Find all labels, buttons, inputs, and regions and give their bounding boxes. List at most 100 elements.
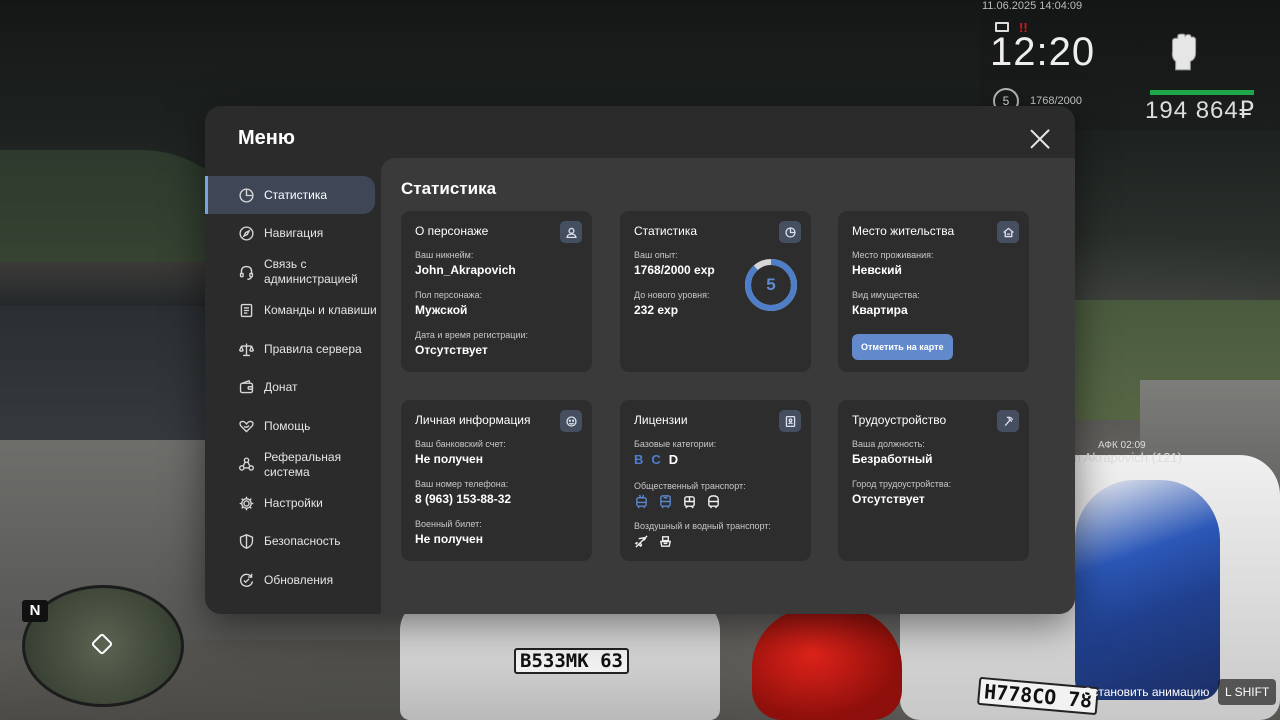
chart-pie-icon [237,186,255,204]
field-label: Город трудоустройства: [852,479,952,489]
page-title: Статистика [401,179,497,198]
user-icon [560,221,582,243]
sidebar-item-label: Донат [264,380,298,394]
field-label: Базовые категории: [634,439,717,449]
card-title: Статистика [634,224,698,238]
sidebar-item-settings[interactable]: Настройки [205,484,380,522]
content-area: Статистика О персонаже Ваш никнейм: John… [381,158,1075,614]
sidebar-item-label: Статистика [264,187,328,202]
minimap-north-icon: N [22,600,48,622]
home-icon [997,221,1019,243]
sidebar-item-label: Связь с администрацией [264,257,358,286]
registration-value: Отсутствует [415,343,488,357]
sidebar-item-commands[interactable]: Команды и клавиши [205,292,380,330]
air-water-transport-icons [634,534,797,549]
motorcycle [752,608,902,720]
stop-animation-hint: Остановить анимацию [1083,685,1210,699]
license-category-b: B [634,452,644,467]
update-icon [237,571,255,589]
player-nametag: m Akrapovich (121) [1070,450,1182,465]
close-icon[interactable] [1029,128,1051,150]
sidebar-item-label: Навигация [264,226,324,240]
bus-icon [658,494,673,509]
shed-roof [0,262,210,306]
card-employment: Трудоустройство Ваша должность: Безработ… [838,400,1029,561]
field-label: Место проживания: [852,250,934,260]
scales-icon [237,340,255,358]
gear-icon [237,494,255,512]
sidebar-item-label: Реферальная система [264,449,342,479]
shield-icon [237,533,255,551]
field-label: Ваш номер телефона: [415,479,509,489]
card-residence: Место жительства Место проживания: Невск… [838,211,1029,372]
sidebar-item-updates[interactable]: Обновления [205,561,380,599]
license-categories: B C D [634,452,797,467]
heart-hand-icon [237,417,255,435]
sidebar-item-label: Команды и клавиши [264,303,377,317]
sidebar-item-navigation[interactable]: Навигация [205,215,380,253]
license-card-icon [779,410,801,432]
public-transport-icons [634,494,797,509]
sidebar-item-help[interactable]: Помощь [205,407,380,445]
card-title: Место жительства [852,224,955,238]
military-value: Не получен [415,532,483,546]
menu-window: Меню Статистика Навигация Связь с админи… [205,106,1075,614]
boat-icon [658,534,673,549]
bank-value: Не получен [415,452,483,466]
sidebar-item-donate[interactable]: Донат [205,369,380,407]
field-label: Ваша должность: [852,439,925,449]
document-icon [237,302,255,320]
sidebar: Статистика Навигация Связь с администрац… [205,176,380,600]
gender-value: Мужской [415,303,468,317]
card-stats: Статистика Ваш опыт: 1768/2000 exp До но… [620,211,811,372]
player-character [1075,480,1220,700]
key-hint-lshift: L SHIFT [1218,679,1277,705]
card-personal-info: Личная информация Ваш банковский счет: Н… [401,400,592,561]
field-label: Пол персонажа: [415,290,483,300]
nickname-value: John_Akrapovich [415,263,516,277]
card-character: О персонаже Ваш никнейм: John_Akrapovich… [401,211,592,372]
sidebar-item-admin-contact[interactable]: Связь с администрацией [205,253,380,291]
card-licenses: Лицензии Базовые категории: B C D Общест… [620,400,811,561]
train-icon [706,494,721,509]
mark-on-map-button[interactable]: Отметить на карте [852,334,953,360]
field-label: Вид имущества: [852,290,920,300]
pickaxe-icon [997,410,1019,432]
hud-clock: 12:20 [990,30,1096,74]
card-title: Лицензии [634,413,688,427]
hud-datetime: 11.06.2025 14:04:09 [982,0,1083,12]
field-label: Ваш никнейм: [415,250,474,260]
license-category-c: C [651,452,661,467]
position-value: Безработный [852,452,933,466]
field-label: Ваш банковский счет: [415,439,506,449]
plane-icon [634,534,649,549]
face-icon [560,410,582,432]
card-title: Трудоустройство [852,413,947,427]
sidebar-item-label: Правила сервера [264,341,362,356]
property-value: Квартира [852,303,908,317]
sidebar-item-security[interactable]: Безопасность [205,523,380,561]
field-label: Военный билет: [415,519,482,529]
trolleybus-icon [634,494,649,509]
sidebar-item-label: Настройки [264,495,323,510]
money-bar [1150,90,1254,95]
card-title: О персонаже [415,224,489,238]
field-label: Общественный транспорт: [634,481,746,491]
hud-money: 194 864₽ [1145,97,1256,124]
wallet-icon [237,379,255,397]
compass-icon [237,225,255,243]
sidebar-item-statistics[interactable]: Статистика [205,176,375,214]
field-label: Дата и время регистрации: [415,330,528,340]
sidebar-item-rules[interactable]: Правила сервера [205,330,380,368]
fist-icon [1171,33,1197,71]
sidebar-item-label: Безопасность [264,534,341,548]
employment-city-value: Отсутствует [852,492,925,506]
headset-icon [237,263,255,281]
level-progress-ring: 5 [744,258,798,312]
referral-icon [237,456,255,474]
sidebar-item-referral[interactable]: Реферальная система [205,446,380,484]
chart-pie-icon [779,221,801,243]
field-label: Воздушный и водный транспорт: [634,521,771,531]
level-number: 5 [766,275,776,294]
phone-value: 8 (963) 153-88-32 [415,492,512,506]
